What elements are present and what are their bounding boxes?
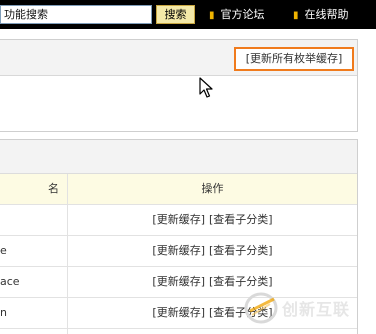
cache-panel-header: [更新所有枚举缓存]	[0, 40, 357, 76]
help-bullet-icon: ▮	[293, 10, 299, 21]
forum-link[interactable]: ▮ 官方论坛	[209, 7, 265, 22]
top-toolbar: 功能搜索 搜索 ▮ 官方论坛 ▮ 在线帮助	[0, 0, 376, 29]
update-cache-link[interactable]: [更新缓存]	[152, 275, 205, 288]
mouse-pointer-icon	[199, 77, 213, 98]
row-actions: [更新缓存] [查看子分类]	[68, 205, 357, 235]
table-row: e [更新缓存] [查看子分类]	[0, 236, 357, 267]
row-name: e	[0, 244, 7, 257]
view-subcategory-link[interactable]: [查看子分类]	[209, 275, 273, 288]
update-cache-link[interactable]: [更新缓存]	[152, 244, 205, 257]
forum-bullet-icon: ▮	[209, 10, 215, 21]
update-all-enum-cache-button[interactable]: [更新所有枚举缓存]	[234, 47, 354, 71]
update-cache-link[interactable]: [更新缓存]	[152, 213, 205, 226]
watermark-text: 创新互联	[282, 300, 351, 319]
table-header-row: 名 操作	[0, 174, 357, 205]
name-column-header: 名	[48, 182, 59, 195]
table-panel-header	[0, 140, 357, 174]
search-input[interactable]: 功能搜索	[0, 5, 152, 24]
view-subcategory-link[interactable]: [查看子分类]	[209, 244, 273, 257]
help-link[interactable]: ▮ 在线帮助	[293, 7, 349, 22]
cache-panel: [更新所有枚举缓存]	[0, 39, 358, 132]
search-button[interactable]: 搜索	[156, 5, 195, 24]
forum-link-label: 官方论坛	[220, 8, 265, 21]
row-name: n	[0, 306, 7, 319]
row-name: ace	[0, 275, 20, 288]
update-cache-link[interactable]: [更新缓存]	[152, 306, 205, 319]
table-row	[0, 329, 357, 334]
operation-column-header: 操作	[201, 182, 224, 195]
help-link-label: 在线帮助	[304, 8, 349, 21]
table-row: [更新缓存] [查看子分类]	[0, 205, 357, 236]
row-actions: [更新缓存] [查看子分类]	[68, 236, 357, 266]
column-divider	[67, 329, 68, 334]
view-subcategory-link[interactable]: [查看子分类]	[209, 213, 273, 226]
